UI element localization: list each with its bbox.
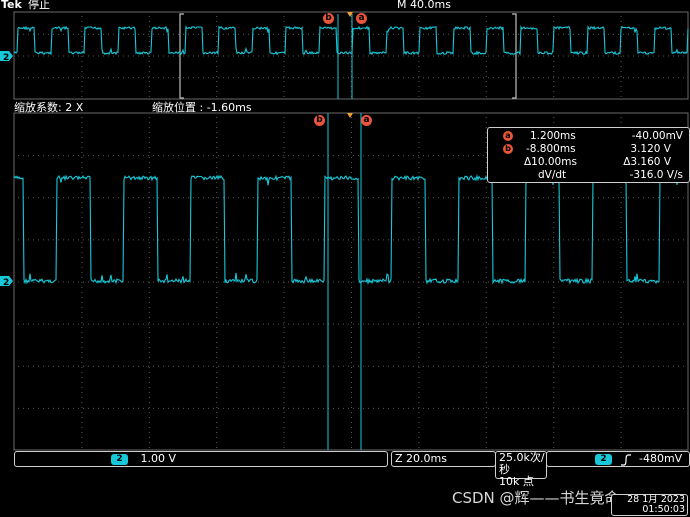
- cursor-slope-label: dV/dt: [538, 169, 567, 181]
- zoom-scale: Z 20.0ms: [395, 452, 447, 465]
- acquisition-box[interactable]: 25.0k次/秒 10k 点: [495, 451, 547, 488]
- cursor-delta-value: Δ3.160 V: [623, 156, 671, 168]
- channel-badge: 2: [111, 453, 128, 465]
- cursor-b-row: b -8.800ms 3.120 V: [488, 143, 689, 155]
- cursor-delta-time: Δ10.00ms: [524, 156, 577, 168]
- overview-cursor-a-marker[interactable]: a: [356, 13, 367, 24]
- overview-grid: [18, 16, 684, 97]
- cursor-b-time: -8.800ms: [526, 143, 576, 155]
- rising-edge-icon: [620, 454, 631, 466]
- cursor-slope-value: -316.0 V/s: [629, 169, 683, 181]
- overview-frame: [13, 11, 689, 100]
- trigger-box[interactable]: 2 -480mV: [546, 451, 690, 467]
- scope-display[interactable]: 2 2: [0, 0, 690, 517]
- zoom-channel-number: 2: [3, 278, 9, 288]
- datetime-box: 28 1月 2023 01:50:03: [611, 494, 688, 516]
- channel-scale: 1.00 V: [140, 452, 177, 465]
- cursor-b-icon: b: [503, 144, 513, 154]
- overview-channel-marker[interactable]: 2: [0, 51, 13, 63]
- cursor-a-icon: a: [503, 131, 513, 141]
- trigger-channel-badge: 2: [595, 453, 612, 465]
- cursor-slope-row: dV/dt -316.0 V/s: [488, 169, 689, 181]
- overview-waveform: [13, 25, 689, 56]
- zoom-position: 缩放位置 : -1.60ms: [152, 101, 252, 114]
- overview-cursor-b-marker[interactable]: b: [323, 13, 334, 24]
- zoom-cursor-a-marker[interactable]: a: [361, 115, 372, 126]
- time: 01:50:03: [642, 504, 685, 515]
- zoom-channel-marker[interactable]: 2: [0, 276, 13, 288]
- zoom-scale-box[interactable]: Z 20.0ms: [391, 451, 496, 467]
- cursor-a-value: -40.00mV: [631, 130, 683, 142]
- cursor-b-value: 3.120 V: [630, 143, 671, 155]
- zoom-trigger-position-icon: [347, 113, 353, 118]
- trigger-level: -480mV: [639, 452, 683, 465]
- cursor-readout: a 1.200ms -40.00mV b -8.800ms 3.120 V Δ1…: [487, 127, 690, 183]
- cursor-a-time: 1.200ms: [530, 130, 576, 142]
- zoom-info-row: 缩放系数: 2 X 缩放位置 : -1.60ms: [0, 99, 690, 114]
- sample-rate: 25.0k次/秒: [499, 451, 545, 476]
- channel-scale-box[interactable]: 2 1.00 V: [14, 451, 388, 467]
- cursor-delta-row: Δ10.00ms Δ3.160 V: [488, 156, 689, 168]
- zoom-cursor-b-marker[interactable]: b: [314, 115, 325, 126]
- overview-channel-number: 2: [3, 53, 9, 63]
- cursor-a-row: a 1.200ms -40.00mV: [488, 130, 689, 142]
- watermark-text: CSDN @辉——书生竟命: [452, 489, 620, 507]
- zoom-factor: 缩放系数: 2 X: [14, 101, 84, 114]
